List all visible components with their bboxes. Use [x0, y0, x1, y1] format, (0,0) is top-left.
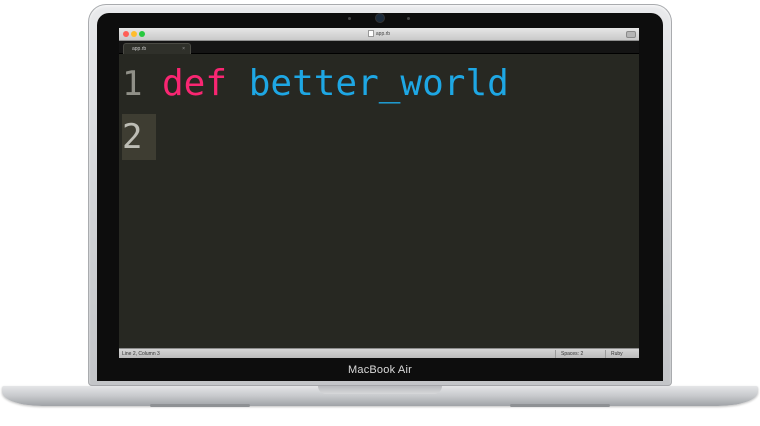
syntax-selector[interactable]: Ruby	[611, 349, 623, 358]
cursor-position: Line 2, Column 3	[122, 351, 160, 357]
lid-opening-notch	[318, 386, 442, 394]
tab-app-rb[interactable]: app.rb ×	[123, 43, 191, 54]
status-divider	[605, 350, 606, 358]
function-name-token: better_world	[248, 63, 509, 104]
tab-close-icon[interactable]: ×	[182, 45, 185, 53]
status-divider	[555, 350, 556, 358]
code-editor[interactable]: 1 def better_world 2	[119, 54, 639, 348]
line-number-2: 2	[122, 114, 156, 160]
laptop-brand-label: MacBook Air	[348, 364, 412, 376]
ambient-sensor	[348, 17, 351, 20]
window-title: app.rb	[119, 29, 639, 39]
laptop-foot-left	[150, 404, 250, 407]
laptop-foot-right	[510, 404, 610, 407]
editor-window: app.rb app.rb × 1 def better_world 2 Lin…	[119, 28, 639, 358]
document-icon	[367, 30, 374, 38]
window-titlebar[interactable]: app.rb	[119, 28, 639, 41]
line-number-1: 1	[122, 64, 143, 104]
tab-label: app.rb	[132, 46, 147, 52]
toolbar-toggle-button[interactable]	[626, 31, 636, 38]
indentation-selector[interactable]: Spaces: 2	[561, 349, 583, 358]
code-line-1[interactable]: def better_world	[162, 64, 509, 104]
keyword-token: def	[162, 63, 228, 104]
camera-icon	[376, 14, 384, 22]
camera-led	[407, 17, 410, 20]
window-title-text: app.rb	[375, 31, 391, 37]
status-bar: Line 2, Column 3 Spaces: 2 Ruby	[119, 348, 639, 358]
tab-strip: app.rb ×	[119, 41, 639, 54]
